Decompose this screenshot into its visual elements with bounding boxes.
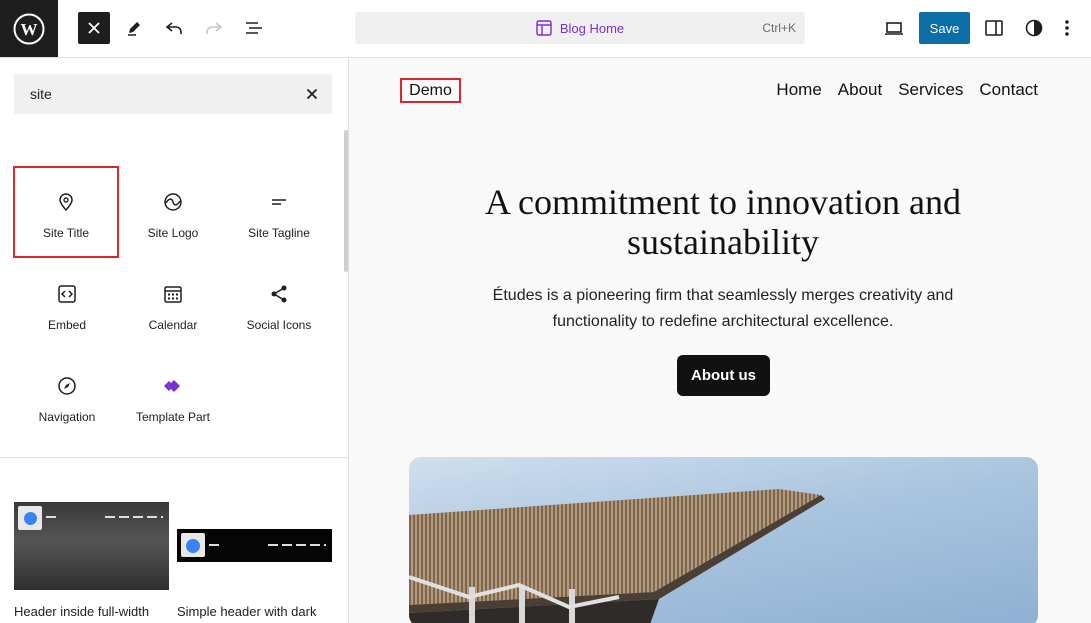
about-us-button[interactable]: About us xyxy=(677,355,770,396)
document-overview-button[interactable] xyxy=(238,12,270,44)
block-site-title[interactable]: Site Title xyxy=(13,166,119,258)
embed-icon xyxy=(58,285,76,303)
redo-button[interactable] xyxy=(198,12,230,44)
svg-text:W: W xyxy=(21,20,38,39)
nav-item-about[interactable]: About xyxy=(838,80,882,100)
close-icon xyxy=(306,88,318,100)
pattern-label: Simple header with dark xyxy=(177,604,317,619)
block-template-part[interactable]: Template Part xyxy=(120,352,226,444)
clear-search-button[interactable] xyxy=(302,84,322,104)
pattern-preview xyxy=(14,502,169,590)
command-bar[interactable]: Blog Home Ctrl+K xyxy=(355,12,805,44)
block-label: Social Icons xyxy=(246,318,312,332)
undo-button[interactable] xyxy=(158,12,190,44)
avatar xyxy=(186,539,200,553)
site-logo-icon xyxy=(164,193,182,211)
block-site-tagline[interactable]: Site Tagline xyxy=(226,168,332,260)
nav-item-home[interactable]: Home xyxy=(776,80,821,100)
pattern-header-full-width[interactable]: Header inside full-width xyxy=(14,502,169,619)
map-pin-icon xyxy=(59,193,73,212)
settings-button[interactable] xyxy=(978,12,1010,44)
pencil-icon xyxy=(128,22,140,36)
pattern-simple-header-dark[interactable]: Simple header with dark xyxy=(177,502,332,619)
site-title[interactable]: Demo xyxy=(400,78,461,103)
block-label: Site Logo xyxy=(147,226,199,240)
search-input[interactable] xyxy=(14,74,294,114)
calendar-icon xyxy=(164,286,182,303)
block-label: Embed xyxy=(47,318,87,332)
template-part-icon xyxy=(164,380,180,392)
block-label: Site Title xyxy=(42,226,90,240)
hero-image[interactable] xyxy=(409,457,1038,623)
styles-button[interactable] xyxy=(1018,12,1050,44)
building-image xyxy=(409,489,825,623)
block-calendar[interactable]: Calendar xyxy=(120,260,226,352)
hero-heading[interactable]: A commitment to innovation and sustainab… xyxy=(449,182,997,262)
tools-button[interactable] xyxy=(118,12,150,44)
pattern-label: Header inside full-width xyxy=(14,604,150,619)
contrast-icon xyxy=(1025,19,1043,37)
save-button[interactable]: Save xyxy=(919,12,970,44)
avatar xyxy=(24,512,37,525)
options-button[interactable] xyxy=(1055,12,1079,44)
close-inserter-button[interactable] xyxy=(78,12,110,44)
keyboard-shortcut: Ctrl+K xyxy=(762,21,796,35)
hero-paragraph[interactable]: Études is a pioneering firm that seamles… xyxy=(459,283,987,335)
block-embed[interactable]: Embed xyxy=(14,260,120,352)
block-label: Calendar xyxy=(148,318,198,332)
sidebar-icon xyxy=(985,20,1003,36)
nav-item-services[interactable]: Services xyxy=(898,80,963,100)
block-social-icons[interactable]: Social Icons xyxy=(226,260,332,352)
close-icon xyxy=(88,22,100,34)
more-vertical-icon xyxy=(1065,20,1069,36)
block-inserter-panel: Site Title Site Logo Site Tagline Embed … xyxy=(0,58,349,623)
block-label: Navigation xyxy=(38,410,96,424)
layout-icon xyxy=(536,20,552,36)
section-divider xyxy=(0,457,348,458)
nav-item-contact[interactable]: Contact xyxy=(979,80,1038,100)
block-label: Site Tagline xyxy=(248,226,310,240)
wordpress-icon: W xyxy=(13,13,45,44)
desktop-icon xyxy=(885,22,903,35)
template-name: Blog Home xyxy=(559,20,625,36)
compass-icon xyxy=(58,377,76,395)
block-site-logo[interactable]: Site Logo xyxy=(120,168,226,260)
list-view-icon xyxy=(246,22,262,34)
block-label: Template Part xyxy=(135,410,211,424)
preview-button[interactable] xyxy=(878,12,910,44)
block-navigation[interactable]: Navigation xyxy=(14,352,120,444)
editor-toolbar: W Blog Home Ctrl+K Save xyxy=(0,0,1091,58)
tagline-icon xyxy=(272,199,286,205)
pattern-preview xyxy=(177,502,332,590)
redo-icon xyxy=(206,22,223,34)
template-title: Blog Home xyxy=(355,12,805,44)
block-search xyxy=(14,74,332,114)
sidebar-scrollbar[interactable] xyxy=(344,130,348,272)
share-icon xyxy=(271,285,287,303)
editor-canvas: Demo Home About Services Contact A commi… xyxy=(349,58,1091,623)
undo-icon xyxy=(165,22,182,34)
site-navigation: Home About Services Contact xyxy=(776,80,1038,100)
wordpress-logo-button[interactable]: W xyxy=(0,0,58,57)
